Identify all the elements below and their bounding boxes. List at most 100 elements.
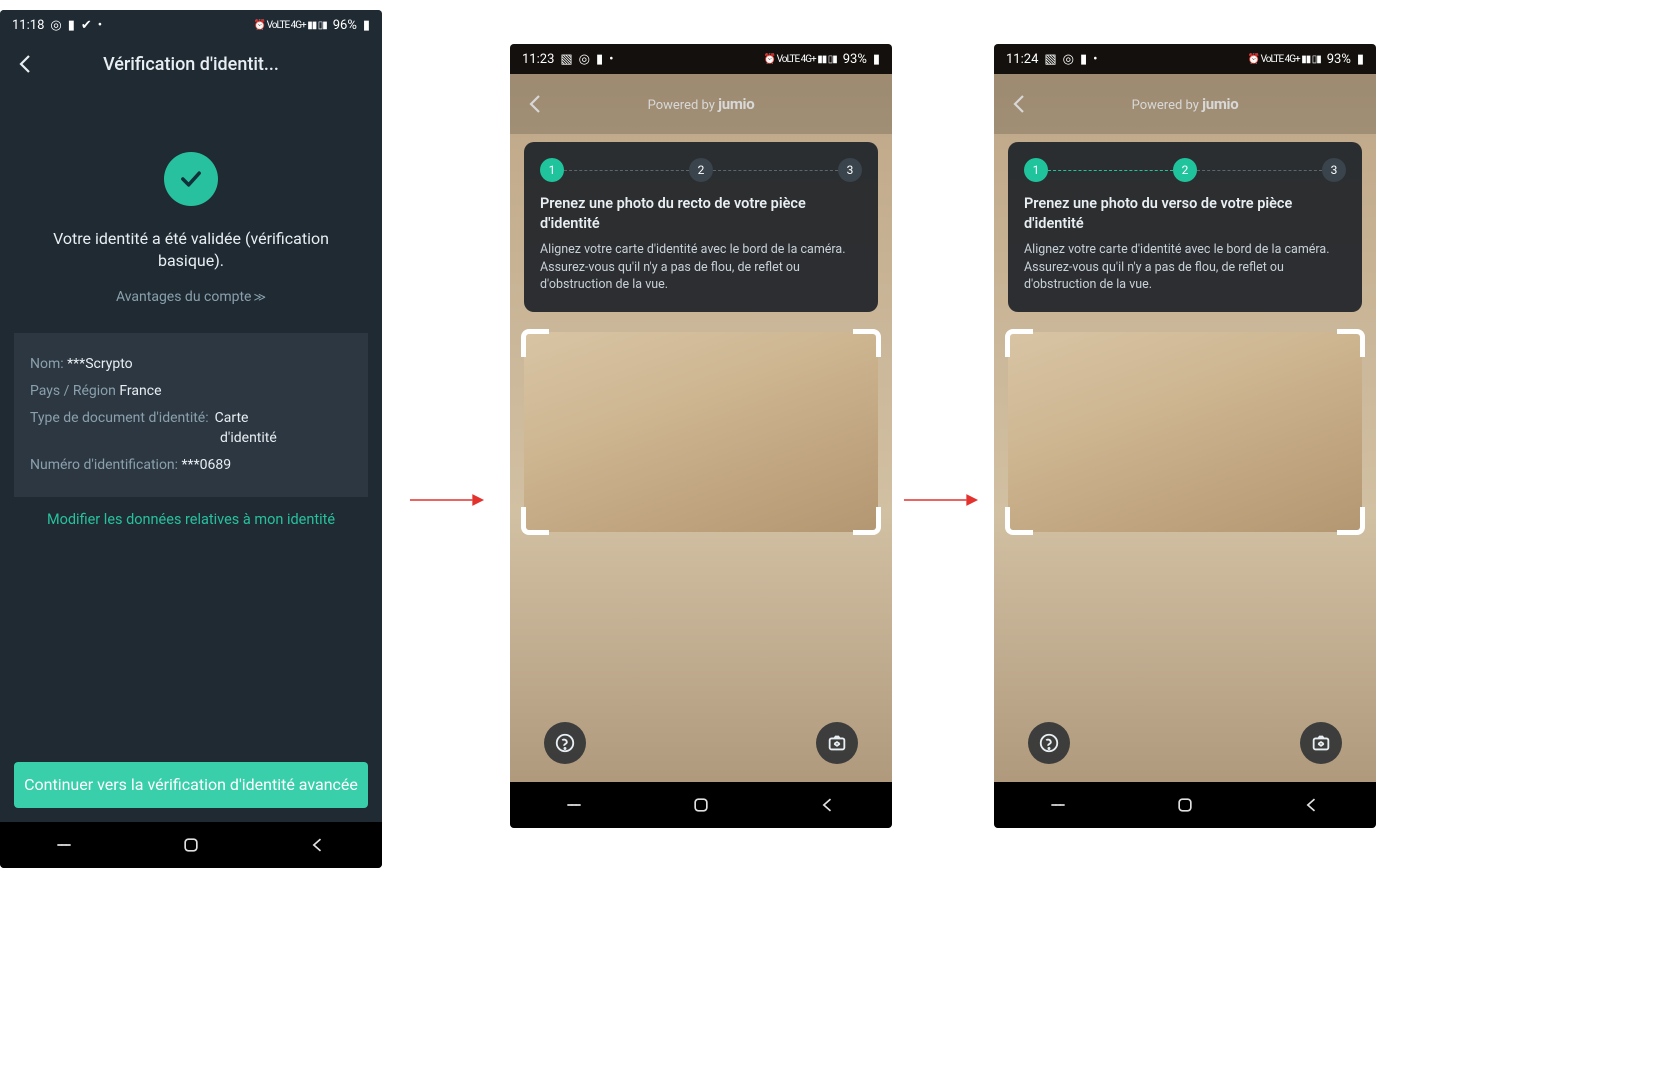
recents-icon[interactable] bbox=[564, 795, 584, 815]
status-bar: 11:23 ▧ ◎ ▮ • ⏰ VoLTE 4G+ ▮▮ ▯▮ 93% ▮ bbox=[510, 44, 892, 74]
powered-by-prefix: Powered by bbox=[1132, 98, 1203, 113]
instruction-card: 1 2 3 Prenez une photo du verso de votre… bbox=[1008, 142, 1362, 312]
idnum-row: Numéro d'identification: ***0689 bbox=[30, 452, 352, 479]
flow-arrow-2 bbox=[902, 490, 980, 510]
step-3: 3 bbox=[1322, 158, 1346, 182]
frame-corner-tr bbox=[853, 329, 881, 357]
status-time: 11:24 bbox=[1006, 52, 1038, 67]
modify-identity-link[interactable]: Modifier les données relatives à mon ide… bbox=[0, 511, 382, 528]
success-check-icon bbox=[164, 152, 218, 206]
back-icon[interactable] bbox=[1008, 92, 1032, 116]
android-nav-bar bbox=[510, 782, 892, 828]
phone-capture-front: 11:23 ▧ ◎ ▮ • ⏰ VoLTE 4G+ ▮▮ ▯▮ 93% ▮ Po… bbox=[510, 44, 892, 828]
step-3: 3 bbox=[838, 158, 862, 182]
instruction-body: Alignez votre carte d'identité avec le b… bbox=[540, 241, 862, 294]
alarm-icon: ◎ bbox=[50, 18, 61, 33]
name-row: Nom: ***Scrypto bbox=[30, 351, 352, 378]
flow-arrow-1 bbox=[408, 490, 486, 510]
idnum-value: ***0689 bbox=[182, 457, 232, 473]
battery-icon: ▮ bbox=[1357, 52, 1364, 67]
frame-corner-tl bbox=[521, 329, 549, 357]
switch-camera-button[interactable] bbox=[816, 722, 858, 764]
powered-by-brand: jumio bbox=[1202, 95, 1238, 113]
frame-corner-tl bbox=[1005, 329, 1033, 357]
instruction-card: 1 2 3 Prenez une photo du recto de votre… bbox=[524, 142, 878, 312]
camera-capture-frame[interactable] bbox=[524, 332, 878, 532]
status-battery: 96% bbox=[333, 18, 357, 33]
android-nav-bar bbox=[0, 822, 382, 868]
status-battery: 93% bbox=[1327, 52, 1351, 67]
help-button[interactable] bbox=[544, 722, 586, 764]
help-button[interactable] bbox=[1028, 722, 1070, 764]
bird-icon: ✔ bbox=[81, 18, 92, 33]
status-time: 11:18 bbox=[12, 18, 44, 33]
step-line-1-2 bbox=[1048, 170, 1173, 171]
chevron-right-icon: ≫ bbox=[253, 290, 266, 304]
chat-icon: ▮ bbox=[1080, 52, 1087, 67]
back-nav-icon[interactable] bbox=[818, 795, 838, 815]
country-value: France bbox=[119, 383, 161, 399]
frame-corner-bl bbox=[1005, 507, 1033, 535]
app-header: Vérification d'identit... bbox=[0, 40, 382, 82]
status-time: 11:23 bbox=[522, 52, 554, 67]
instruction-title: Prenez une photo du recto de votre pièce… bbox=[540, 194, 862, 233]
jumio-powered-by: Powered by jumio bbox=[548, 95, 854, 113]
home-icon[interactable] bbox=[181, 835, 201, 855]
step-2: 2 bbox=[1173, 158, 1197, 182]
chat-icon: ▮ bbox=[68, 18, 75, 33]
back-icon[interactable] bbox=[14, 52, 38, 76]
powered-by-brand: jumio bbox=[718, 95, 754, 113]
powered-by-prefix: Powered by bbox=[648, 98, 719, 113]
step-2: 2 bbox=[689, 158, 713, 182]
network-icons: ⏰ VoLTE 4G+ ▮▮ ▯▮ bbox=[764, 54, 837, 65]
frame-corner-tr bbox=[1337, 329, 1365, 357]
switch-camera-button[interactable] bbox=[1300, 722, 1342, 764]
dot-icon: • bbox=[98, 18, 102, 33]
status-bar: 11:24 ▧ ◎ ▮ • ⏰ VoLTE 4G+ ▮▮ ▯▮ 93% ▮ bbox=[994, 44, 1376, 74]
identity-info-card: Nom: ***Scrypto Pays / Région France Typ… bbox=[14, 333, 368, 497]
step-line-2-3 bbox=[1197, 170, 1322, 171]
dot-icon: • bbox=[609, 52, 613, 67]
frame-corner-br bbox=[853, 507, 881, 535]
step-indicator: 1 2 3 bbox=[1024, 158, 1346, 182]
recents-icon[interactable] bbox=[1048, 795, 1068, 815]
battery-icon: ▮ bbox=[363, 18, 370, 33]
country-label: Pays / Région bbox=[30, 383, 116, 399]
battery-icon: ▮ bbox=[873, 52, 880, 67]
dot-icon: • bbox=[1093, 52, 1097, 67]
validated-message: Votre identité a été validée (vérificati… bbox=[0, 228, 382, 273]
step-1: 1 bbox=[540, 158, 564, 182]
name-label: Nom: bbox=[30, 356, 64, 372]
chat-icon: ▮ bbox=[596, 52, 603, 67]
back-nav-icon[interactable] bbox=[308, 835, 328, 855]
jumio-header: Powered by jumio bbox=[994, 74, 1376, 134]
recents-icon[interactable] bbox=[54, 835, 74, 855]
image-icon: ▧ bbox=[1044, 52, 1056, 67]
back-nav-icon[interactable] bbox=[1302, 795, 1322, 815]
idnum-label: Numéro d'identification: bbox=[30, 457, 178, 473]
frame-corner-br bbox=[1337, 507, 1365, 535]
account-advantages-link[interactable]: Avantages du compte≫ bbox=[0, 289, 382, 305]
network-icons: ⏰ VoLTE 4G+ ▮▮ ▯▮ bbox=[254, 20, 327, 31]
step-line-2-3 bbox=[713, 170, 838, 171]
continue-advanced-verification-button[interactable]: Continuer vers la vérification d'identit… bbox=[14, 762, 368, 808]
status-bar: 11:18 ◎ ▮ ✔ • ⏰ VoLTE 4G+ ▮▮ ▯▮ 96% ▮ bbox=[0, 10, 382, 40]
step-indicator: 1 2 3 bbox=[540, 158, 862, 182]
step-1: 1 bbox=[1024, 158, 1048, 182]
country-row: Pays / Région France bbox=[30, 378, 352, 405]
frame-corner-bl bbox=[521, 507, 549, 535]
camera-capture-frame[interactable] bbox=[1008, 332, 1362, 532]
phone-capture-back: 11:24 ▧ ◎ ▮ • ⏰ VoLTE 4G+ ▮▮ ▯▮ 93% ▮ Po… bbox=[994, 44, 1376, 828]
alarm-icon: ◎ bbox=[579, 52, 590, 67]
android-nav-bar bbox=[994, 782, 1376, 828]
alarm-icon: ◎ bbox=[1063, 52, 1074, 67]
page-title: Vérification d'identit... bbox=[38, 54, 344, 75]
back-icon[interactable] bbox=[524, 92, 548, 116]
status-battery: 93% bbox=[843, 52, 867, 67]
phone-verification-summary: 11:18 ◎ ▮ ✔ • ⏰ VoLTE 4G+ ▮▮ ▯▮ 96% ▮ Vé… bbox=[0, 10, 382, 868]
home-icon[interactable] bbox=[1175, 795, 1195, 815]
instruction-body: Alignez votre carte d'identité avec le b… bbox=[1024, 241, 1346, 294]
doc-label: Type de document d'identité: bbox=[30, 405, 209, 432]
jumio-powered-by: Powered by jumio bbox=[1032, 95, 1338, 113]
home-icon[interactable] bbox=[691, 795, 711, 815]
